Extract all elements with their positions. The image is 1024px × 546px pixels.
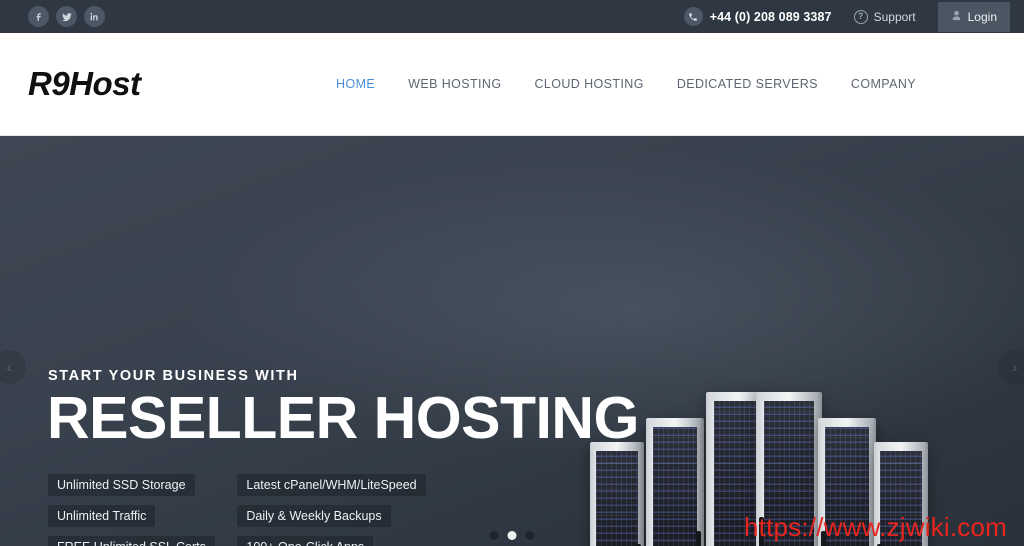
hero-feature-list: Unlimited SSD Storage Unlimited Traffic … <box>48 474 429 546</box>
nav-item-web-hosting[interactable]: WEB HOSTING <box>408 77 501 91</box>
twitter-icon[interactable] <box>56 6 77 27</box>
phone-number: +44 (0) 208 089 3387 <box>709 9 832 24</box>
social-links <box>28 6 105 27</box>
watermark-text: https://www.zjwiki.com <box>743 512 1007 542</box>
carousel-dots <box>489 531 535 540</box>
feature-column-right: Latest cPanel/WHM/LiteSpeed Daily & Week… <box>237 474 429 546</box>
hero-eyebrow: START YOUR BUSINESS WITH <box>48 368 299 384</box>
site-logo[interactable]: R9Host <box>28 65 141 103</box>
feature-item: Daily & Weekly Backups <box>237 505 391 527</box>
feature-item: Unlimited Traffic <box>48 505 156 527</box>
carousel-dot[interactable] <box>525 531 535 540</box>
user-icon <box>951 8 962 26</box>
top-bar: +44 (0) 208 089 3387 ? Support Login <box>0 0 1024 33</box>
feature-item: 100+ One-Click Apps <box>237 536 374 546</box>
nav-item-dedicated-servers[interactable]: DEDICATED SERVERS <box>677 77 818 91</box>
carousel-dot-active[interactable] <box>507 531 517 540</box>
top-bar-right: +44 (0) 208 089 3387 ? Support Login <box>683 0 1010 33</box>
nav-item-company[interactable]: COMPANY <box>851 77 916 91</box>
hero-content: START YOUR BUSINESS WITH RESELLER HOSTIN… <box>0 136 1024 546</box>
phone-icon <box>683 7 703 26</box>
feature-item: Latest cPanel/WHM/LiteSpeed <box>237 474 426 496</box>
carousel-next-icon[interactable]: › <box>998 350 1024 384</box>
login-button[interactable]: Login <box>937 1 1010 32</box>
facebook-icon[interactable] <box>28 6 49 27</box>
phone-block[interactable]: +44 (0) 208 089 3387 <box>683 7 832 26</box>
support-label: Support <box>873 9 916 24</box>
carousel-dot[interactable] <box>489 531 499 540</box>
main-navigation: HOME WEB HOSTING CLOUD HOSTING DEDICATED… <box>336 77 996 91</box>
question-mark-icon: ? <box>853 9 868 24</box>
feature-column-left: Unlimited SSD Storage Unlimited Traffic … <box>48 474 215 546</box>
login-label: Login <box>967 9 997 24</box>
hero-banner: START YOUR BUSINESS WITH RESELLER HOSTIN… <box>0 136 1024 546</box>
carousel-prev-icon[interactable]: ‹ <box>0 350 26 384</box>
feature-item: Unlimited SSD Storage <box>48 474 195 496</box>
hero-title: RESELLER HOSTING <box>47 385 639 451</box>
linkedin-icon[interactable] <box>84 6 105 27</box>
site-header: R9Host HOME WEB HOSTING CLOUD HOSTING DE… <box>0 33 1024 136</box>
nav-item-home[interactable]: HOME <box>336 77 375 91</box>
support-link[interactable]: ? Support <box>853 9 916 24</box>
feature-item: FREE Unlimited SSL Certs <box>48 536 215 546</box>
nav-item-cloud-hosting[interactable]: CLOUD HOSTING <box>534 77 643 91</box>
